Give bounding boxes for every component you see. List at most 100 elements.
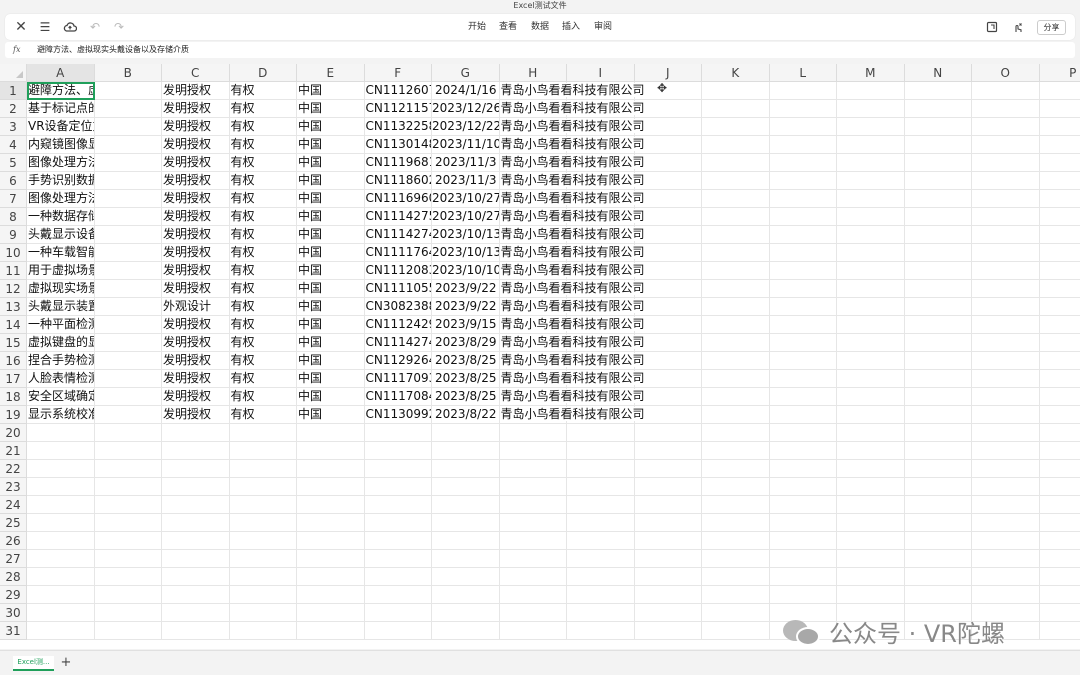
cell-i23[interactable] xyxy=(567,478,635,496)
cell-f17[interactable]: CN11170930 xyxy=(364,370,432,388)
cell-c31[interactable] xyxy=(162,622,230,640)
cell-p7[interactable] xyxy=(1039,190,1080,208)
cell-j28[interactable] xyxy=(634,568,702,586)
cell-e14[interactable]: 中国 xyxy=(297,316,365,334)
cell-p28[interactable] xyxy=(1039,568,1080,586)
row-header[interactable]: 2 xyxy=(0,100,27,118)
cell-a20[interactable] xyxy=(27,424,95,442)
cell-p4[interactable] xyxy=(1039,136,1080,154)
cell-e20[interactable] xyxy=(297,424,365,442)
cell-i27[interactable] xyxy=(567,550,635,568)
cell-b28[interactable] xyxy=(94,568,162,586)
row-header[interactable]: 13 xyxy=(0,298,27,316)
cell-f4[interactable]: CN11301487 xyxy=(364,136,432,154)
cell-h9[interactable]: 青岛小鸟看看科技有限公司 xyxy=(499,226,645,244)
cell-h16[interactable]: 青岛小鸟看看科技有限公司 xyxy=(499,352,645,370)
row-header[interactable]: 17 xyxy=(0,370,27,388)
menu-icon[interactable]: ☰ xyxy=(35,17,55,37)
cell-m12[interactable] xyxy=(837,280,905,298)
cell-d26[interactable] xyxy=(229,532,297,550)
cell-g19[interactable]: 2023/8/22 xyxy=(432,406,500,424)
row-header[interactable]: 25 xyxy=(0,514,27,532)
cell-l5[interactable] xyxy=(769,154,837,172)
cell-m16[interactable] xyxy=(837,352,905,370)
cell-n5[interactable] xyxy=(904,154,972,172)
cell-d11[interactable]: 有权 xyxy=(229,262,297,280)
cell-n25[interactable] xyxy=(904,514,972,532)
cell-e1[interactable]: 中国 xyxy=(297,82,365,100)
cell-f21[interactable] xyxy=(364,442,432,460)
cell-o22[interactable] xyxy=(972,460,1040,478)
cell-h15[interactable]: 青岛小鸟看看科技有限公司 xyxy=(499,334,645,352)
cell-g12[interactable]: 2023/9/22 xyxy=(432,280,500,298)
cell-o2[interactable] xyxy=(972,100,1040,118)
cell-l25[interactable] xyxy=(769,514,837,532)
cell-b26[interactable] xyxy=(94,532,162,550)
cell-p19[interactable] xyxy=(1039,406,1080,424)
cell-e25[interactable] xyxy=(297,514,365,532)
cell-f18[interactable]: CN11170843 xyxy=(364,388,432,406)
cell-l3[interactable] xyxy=(769,118,837,136)
cell-b13[interactable] xyxy=(94,298,162,316)
cell-c24[interactable] xyxy=(162,496,230,514)
cell-c23[interactable] xyxy=(162,478,230,496)
cell-g16[interactable]: 2023/8/25 xyxy=(432,352,500,370)
cell-o13[interactable] xyxy=(972,298,1040,316)
cell-o25[interactable] xyxy=(972,514,1040,532)
cell-f19[interactable]: CN11309920 xyxy=(364,406,432,424)
row-header[interactable]: 21 xyxy=(0,442,27,460)
column-header-m[interactable]: M xyxy=(837,64,905,82)
cell-k17[interactable] xyxy=(702,370,770,388)
cell-d15[interactable]: 有权 xyxy=(229,334,297,352)
cell-l19[interactable] xyxy=(769,406,837,424)
cell-g6[interactable]: 2023/11/3 xyxy=(432,172,500,190)
cell-l11[interactable] xyxy=(769,262,837,280)
row-header[interactable]: 9 xyxy=(0,226,27,244)
cell-o23[interactable] xyxy=(972,478,1040,496)
cell-e9[interactable]: 中国 xyxy=(297,226,365,244)
cell-n7[interactable] xyxy=(904,190,972,208)
cell-p15[interactable] xyxy=(1039,334,1080,352)
cell-e3[interactable]: 中国 xyxy=(297,118,365,136)
cell-a2[interactable]: 基于标记点的三维手势的 xyxy=(27,100,95,118)
cell-f12[interactable]: CN11110550 xyxy=(364,280,432,298)
cell-h18[interactable]: 青岛小鸟看看科技有限公司 xyxy=(499,388,645,406)
row-header[interactable]: 24 xyxy=(0,496,27,514)
cloud-save-icon[interactable] xyxy=(60,17,80,37)
cell-f25[interactable] xyxy=(364,514,432,532)
cell-c27[interactable] xyxy=(162,550,230,568)
cell-k5[interactable] xyxy=(702,154,770,172)
cell-m19[interactable] xyxy=(837,406,905,424)
cell-h5[interactable]: 青岛小鸟看看科技有限公司 xyxy=(499,154,645,172)
cell-p6[interactable] xyxy=(1039,172,1080,190)
cell-b2[interactable] xyxy=(94,100,162,118)
cell-n20[interactable] xyxy=(904,424,972,442)
row-header[interactable]: 4 xyxy=(0,136,27,154)
cell-j25[interactable] xyxy=(634,514,702,532)
cell-h1[interactable]: 青岛小鸟看看科技有限公司 xyxy=(499,82,645,100)
cell-f23[interactable] xyxy=(364,478,432,496)
cell-d20[interactable] xyxy=(229,424,297,442)
cell-k29[interactable] xyxy=(702,586,770,604)
column-header-a[interactable]: A xyxy=(27,64,95,82)
row-header[interactable]: 19 xyxy=(0,406,27,424)
cell-n11[interactable] xyxy=(904,262,972,280)
cell-f13[interactable]: CN30823885 xyxy=(364,298,432,316)
cell-m6[interactable] xyxy=(837,172,905,190)
cell-p13[interactable] xyxy=(1039,298,1080,316)
cell-k8[interactable] xyxy=(702,208,770,226)
cell-k16[interactable] xyxy=(702,352,770,370)
cell-h26[interactable] xyxy=(499,532,567,550)
row-header[interactable]: 30 xyxy=(0,604,27,622)
cell-m22[interactable] xyxy=(837,460,905,478)
cell-d7[interactable]: 有权 xyxy=(229,190,297,208)
cell-i29[interactable] xyxy=(567,586,635,604)
cell-a7[interactable]: 图像处理方法、装置及电 xyxy=(27,190,95,208)
cell-k2[interactable] xyxy=(702,100,770,118)
row-header[interactable]: 8 xyxy=(0,208,27,226)
cell-l18[interactable] xyxy=(769,388,837,406)
cell-g4[interactable]: 2023/11/10 xyxy=(432,136,500,154)
cell-g5[interactable]: 2023/11/3 xyxy=(432,154,500,172)
cell-m28[interactable] xyxy=(837,568,905,586)
cell-l26[interactable] xyxy=(769,532,837,550)
